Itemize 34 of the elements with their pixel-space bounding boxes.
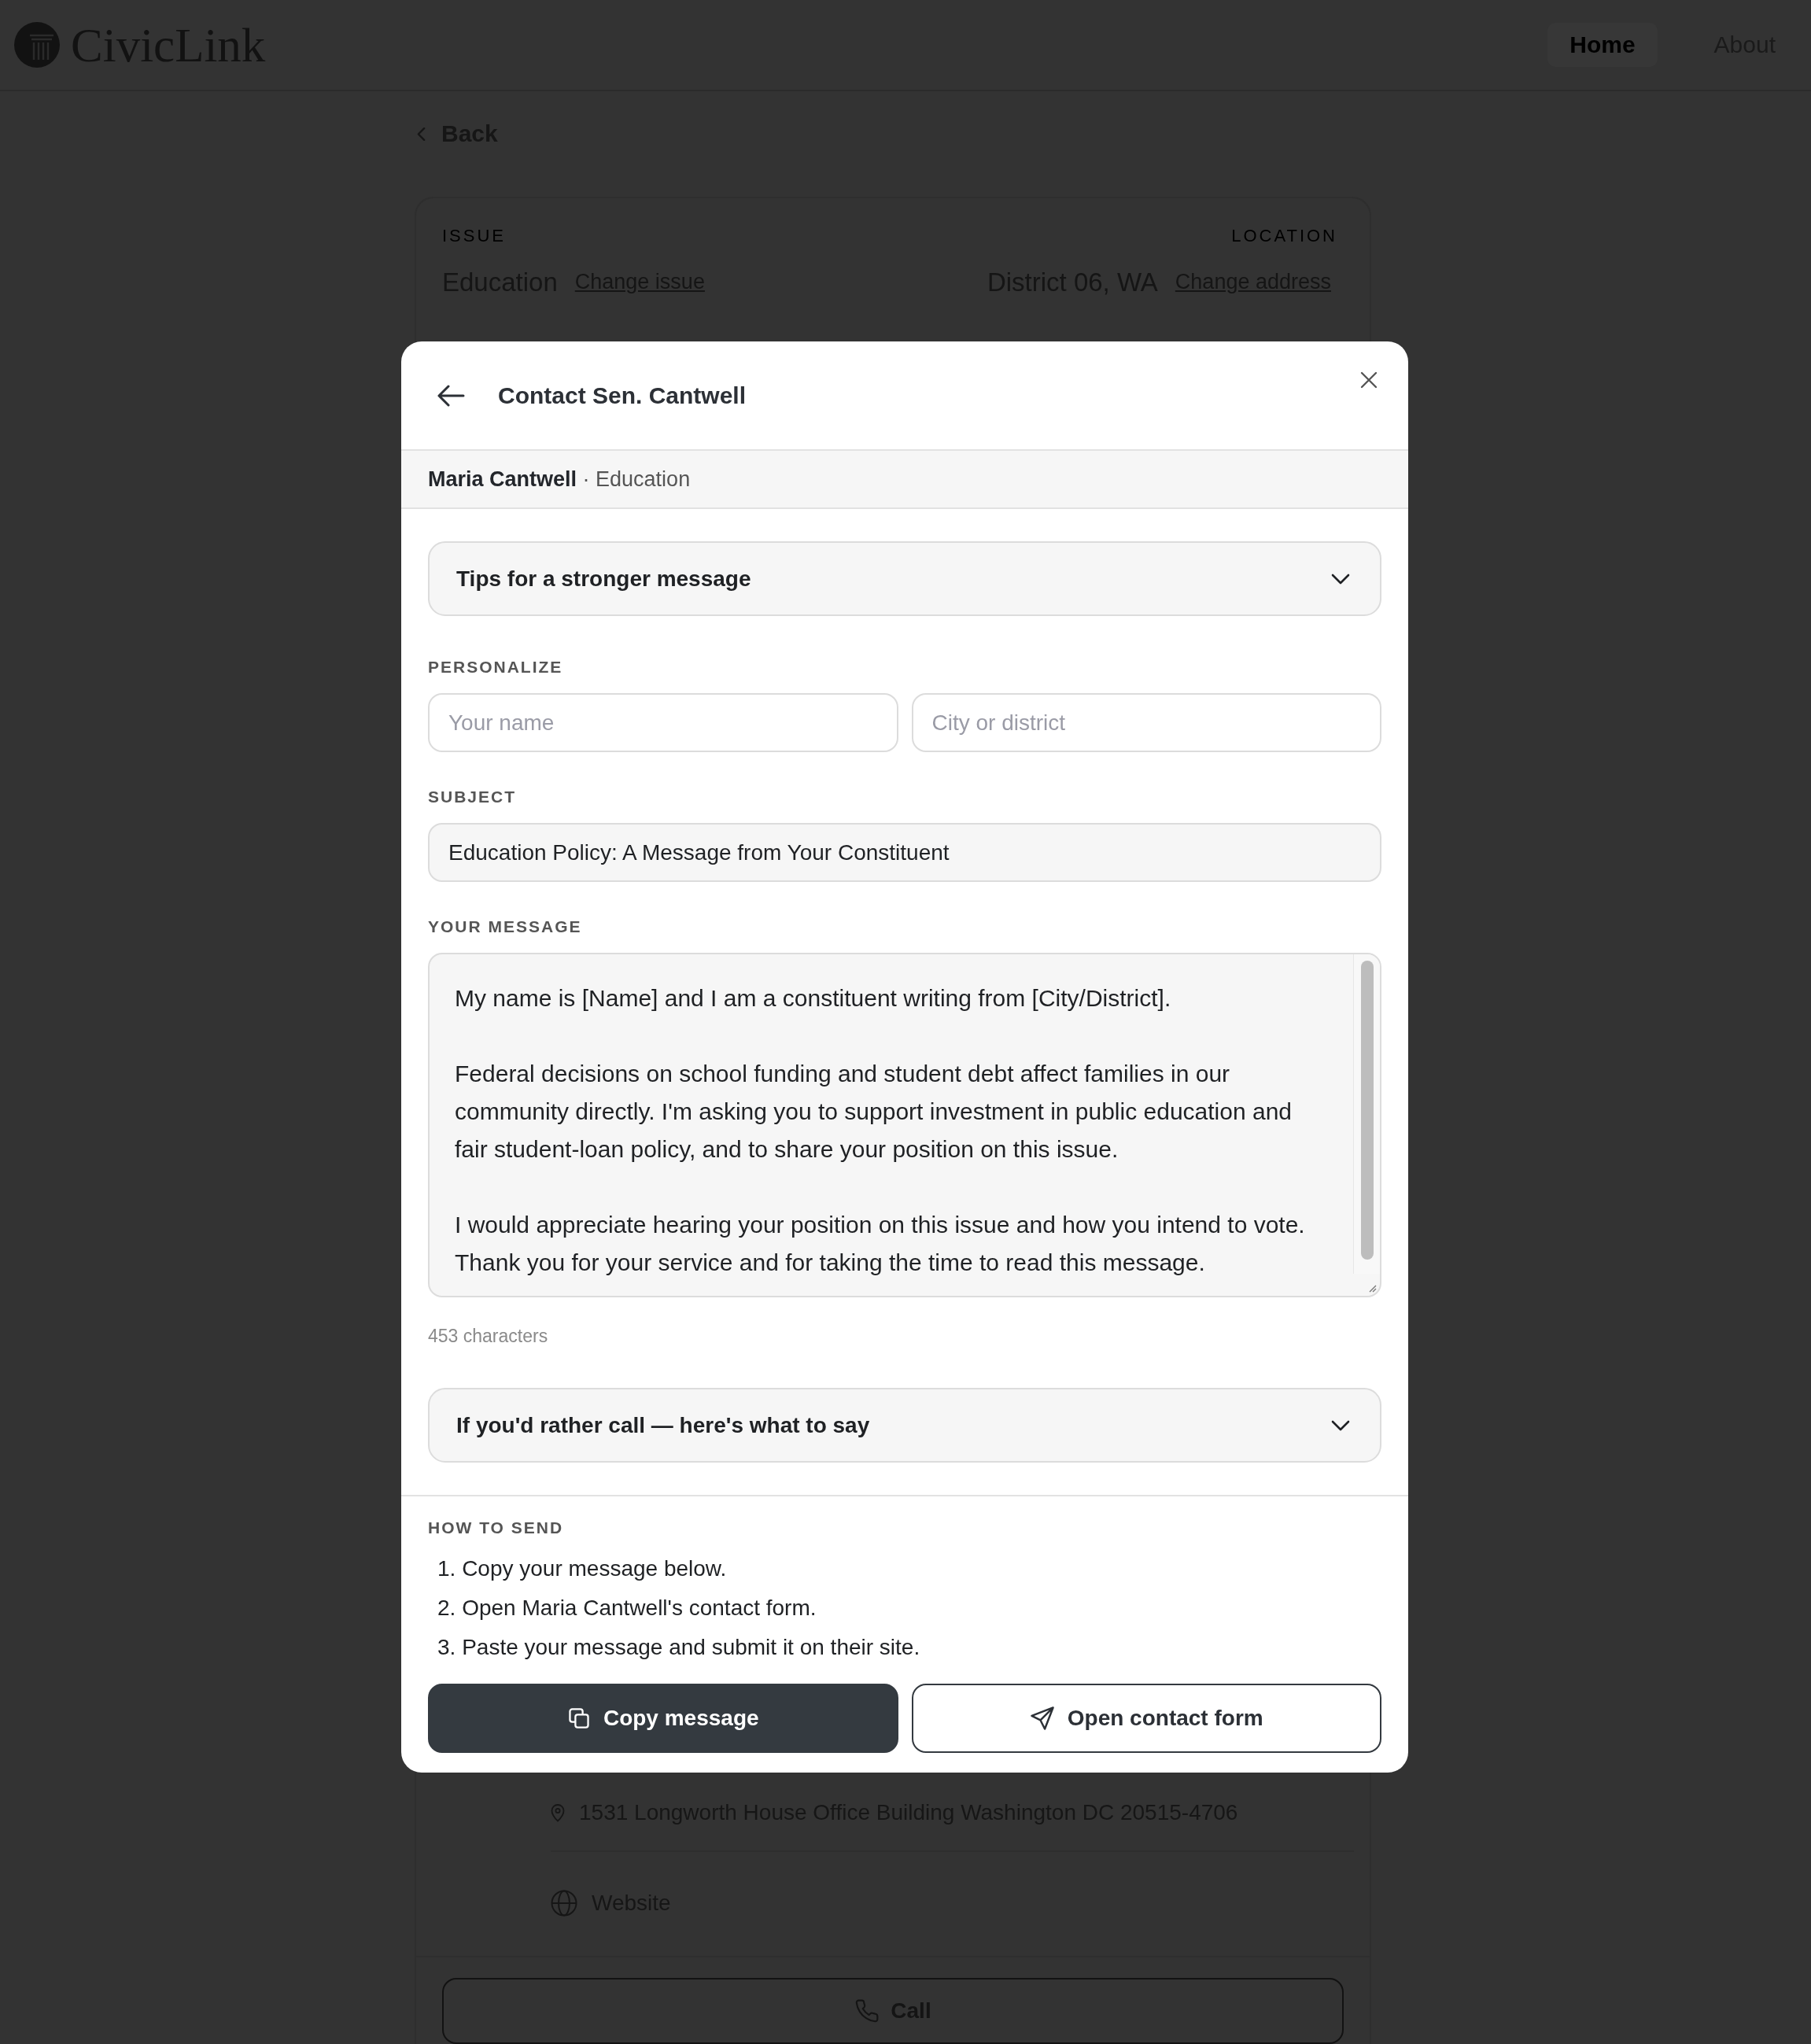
close-icon [1360,371,1378,389]
section-label: SUBJECT [428,787,518,807]
section-label: PERSONALIZE [428,657,564,677]
message-field[interactable]: My name is [Name] and I am a constituent writing from [City/District]. Federal decisions on school funding and student debt affect families in our community directly. I'm asking you to support investment in public education and fair student-loan policy, and to share your position on this issue. I would appreciate hearing your position on this issue and how you intend to vote. Thank you for your service and for taking the time to read this message. [428,953,1381,1297]
chevron-left-icon [417,126,426,142]
chevron-down-icon [1331,573,1350,585]
subject-field[interactable]: Education Policy: A Message from Your Constituent [428,823,1381,882]
close-button[interactable] [1360,371,1378,389]
phone-icon [854,1998,880,2024]
instruction-step: 3. Paste your message and submit it on their site. [437,1628,1381,1667]
dialog-title: Contact Sen. Cantwell [498,381,747,410]
open-contact-form-button[interactable]: Open contact form [911,1684,1381,1753]
instruction-step: 2. Open Maria Cantwell's contact form. [437,1588,1381,1628]
input-field[interactable]: Your name [428,693,898,752]
globe-icon [551,1889,577,1917]
tips-toggle[interactable]: Tips for a stronger message [428,541,1381,616]
resize-grip-icon[interactable] [1367,1283,1377,1293]
recipient-line: Maria Cantwell · Education [428,466,691,493]
section-label: YOUR MESSAGE [428,917,583,937]
pillar-logo-icon [14,22,60,68]
character-count: 453 characters [428,1325,549,1347]
send-icon [1029,1706,1055,1731]
map-pin-icon [551,1802,565,1822]
copy-message-button[interactable]: Copy message [428,1684,898,1753]
back-button[interactable] [437,383,465,408]
scrollbar-thumb[interactable] [1361,961,1374,1260]
copy-icon [566,1706,591,1730]
chevron-down-icon [1331,1419,1350,1431]
scrollbar-track[interactable] [1353,954,1380,1274]
call-script-toggle[interactable]: If you'd rather call — here's what to say [428,1388,1381,1463]
input-field[interactable]: City or district [911,693,1381,752]
arrow-left-icon [437,383,465,408]
instruction-step: 1. Copy your message below. [437,1549,1381,1588]
section-label: HOW TO SEND [428,1518,565,1538]
